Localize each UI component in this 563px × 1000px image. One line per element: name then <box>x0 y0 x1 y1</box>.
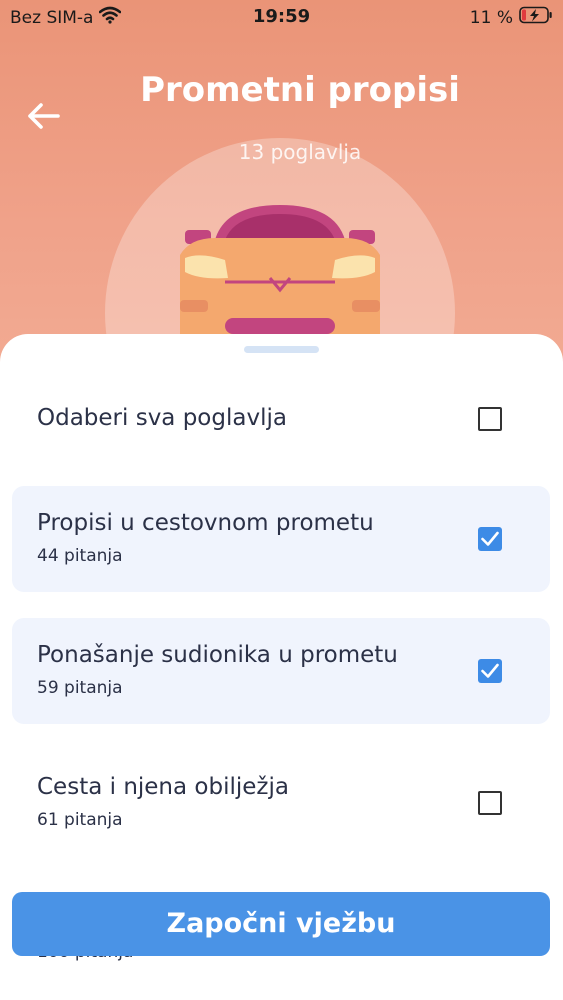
select-all-checkbox[interactable] <box>478 407 502 431</box>
chapter-label: Propisi u cestovnom prometu <box>37 510 374 536</box>
battery-charging-icon <box>519 6 553 29</box>
checkmark-icon <box>481 531 499 546</box>
battery-percent: 11 % <box>469 7 513 28</box>
chapter-checkbox[interactable] <box>478 791 502 815</box>
select-all-row[interactable]: Odaberi sva poglavlja <box>12 385 550 455</box>
chapter-question-count: 44 pitanja <box>37 546 123 566</box>
chapter-question-count: 59 pitanja <box>37 678 123 698</box>
car-icon <box>170 200 390 350</box>
page-title: Prometni propisi <box>140 70 460 110</box>
battery-info: 11 % <box>470 6 553 29</box>
chapter-row[interactable]: Propisi u cestovnom prometu 44 pitanja <box>12 486 550 592</box>
chapter-label: Cesta i njena obilježja <box>37 774 289 800</box>
status-bar: Bez SIM-a 19:59 11 % <box>0 0 563 34</box>
chapter-question-count: 61 pitanja <box>37 810 123 830</box>
chapter-checkbox[interactable] <box>478 659 502 683</box>
sheet-drag-handle[interactable] <box>244 346 319 353</box>
chapter-label: Ponašanje sudionika u prometu <box>37 642 398 668</box>
chapter-row[interactable]: Cesta i njena obilježja 61 pitanja <box>12 750 550 856</box>
header-hero: Bez SIM-a 19:59 11 % Prometni propisi 13… <box>0 0 563 380</box>
chapter-count: 13 poglavlja <box>238 140 362 164</box>
select-all-label: Odaberi sva poglavlja <box>37 405 287 431</box>
chapter-row[interactable]: Ponašanje sudionika u prometu 59 pitanja <box>12 618 550 724</box>
chapter-checkbox[interactable] <box>478 527 502 551</box>
start-practice-button[interactable]: Započni vježbu <box>12 892 550 956</box>
checkmark-icon <box>481 663 499 678</box>
